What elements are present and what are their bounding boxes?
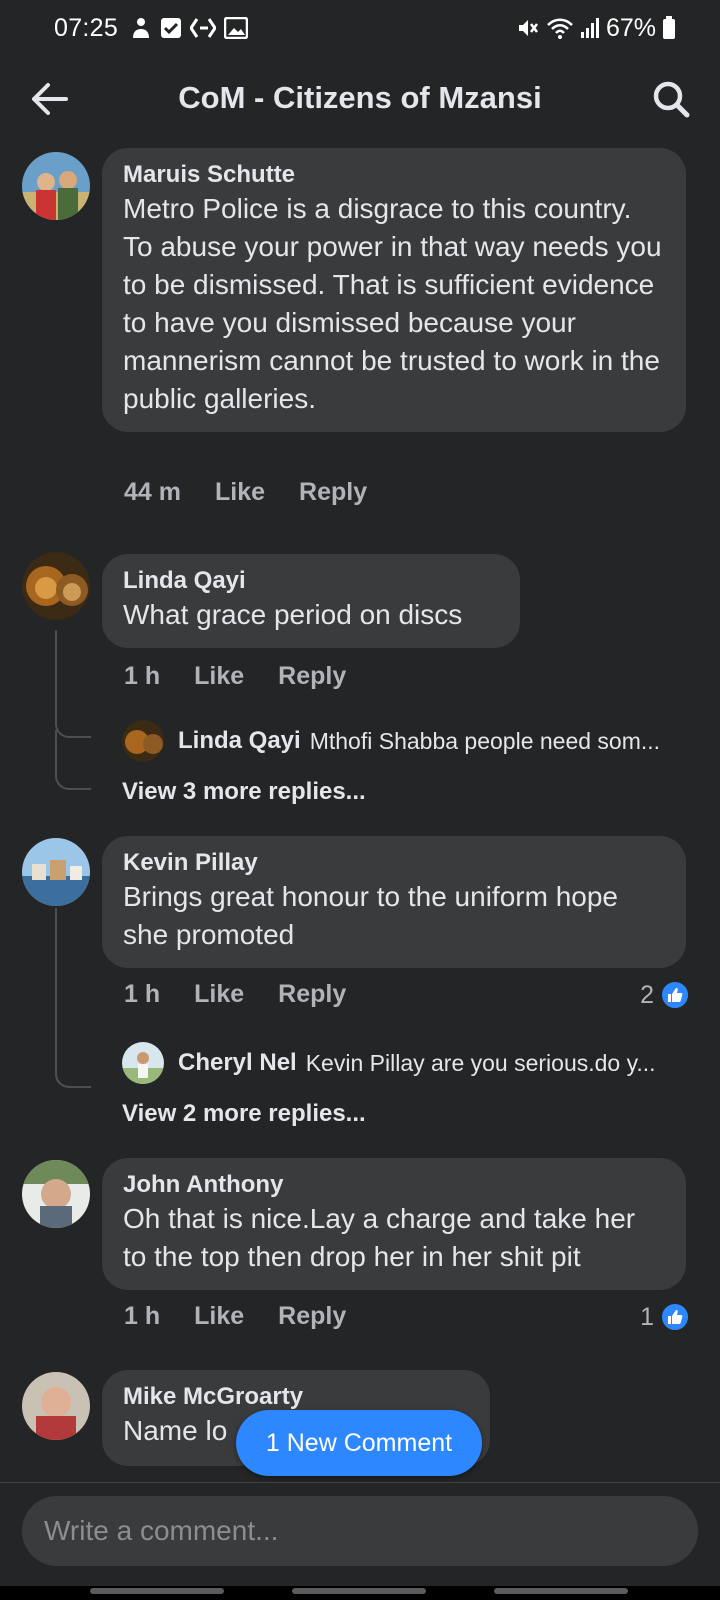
reaction-summary[interactable]: 2 [640, 980, 690, 1010]
avatar[interactable] [22, 1160, 90, 1228]
like-button[interactable]: Like [194, 980, 244, 1009]
wifi-icon [547, 18, 573, 39]
signal-icon [580, 18, 599, 38]
reaction-count: 1 [640, 1302, 654, 1331]
reply-button[interactable]: Reply [278, 980, 346, 1009]
comment-bubble[interactable]: John Anthony Oh that is nice.Lay a charg… [102, 1158, 686, 1290]
reply-text: Mthofi Shabba people need som... [309, 727, 661, 754]
comment-text: What grace period on discs [123, 599, 463, 630]
avatar[interactable] [22, 552, 90, 620]
nav-gesture-left[interactable] [90, 1588, 224, 1594]
comment-author[interactable]: Kevin Pillay [123, 848, 666, 878]
app-header: CoM - Citizens of Mzansi [0, 64, 720, 134]
comment-actions: 1 h Like Reply [124, 662, 346, 691]
reply-avatar[interactable] [122, 720, 164, 762]
status-time: 07:25 [54, 13, 119, 42]
reply-author[interactable]: Linda Qayi [178, 727, 301, 755]
mute-icon [518, 20, 538, 36]
reaction-count: 2 [640, 980, 654, 1009]
checkbox-icon [161, 18, 182, 38]
reply-text: Kevin Pillay are you serious.do y... [305, 1049, 656, 1076]
comment-bubble[interactable]: Linda Qayi What grace period on discs [102, 554, 520, 648]
battery-percentage: 67% [605, 13, 656, 42]
like-button[interactable]: Like [194, 662, 244, 691]
reply-button[interactable]: Reply [278, 662, 346, 691]
avatar[interactable] [22, 152, 90, 220]
avatar[interactable] [22, 1372, 90, 1440]
thread-connector [55, 1032, 91, 1088]
reply-button[interactable]: Reply [299, 478, 367, 507]
like-button[interactable]: Like [194, 1302, 244, 1331]
comment-timestamp[interactable]: 44 m [124, 478, 181, 507]
avatar[interactable] [22, 838, 90, 906]
comment-author[interactable]: Linda Qayi [123, 566, 500, 596]
comment-timestamp[interactable]: 1 h [124, 1302, 160, 1331]
like-reaction-icon [660, 1302, 690, 1332]
reply-preview[interactable]: Cheryl Nel Kevin Pillay are you serious.… [122, 1042, 692, 1084]
status-bar: 07:25 67% [0, 0, 720, 56]
comment-text: Brings great honour to the uniform hope … [123, 881, 618, 950]
comment-timestamp[interactable]: 1 h [124, 980, 160, 1009]
view-more-replies[interactable]: View 2 more replies... [122, 1100, 366, 1128]
diamond-arrow-icon [190, 18, 217, 38]
page-title: CoM - Citizens of Mzansi [178, 80, 542, 115]
comment-text: Oh that is nice.Lay a charge and take he… [123, 1203, 636, 1272]
comment-input[interactable] [22, 1496, 698, 1566]
comment-actions: 1 h Like Reply [124, 1302, 346, 1331]
view-more-replies[interactable]: View 3 more replies... [122, 778, 366, 806]
nav-gesture-right[interactable] [494, 1588, 628, 1594]
comment-actions: 44 m Like Reply [124, 478, 367, 507]
gallery-icon [224, 17, 249, 39]
search-button[interactable] [648, 76, 694, 122]
comment-text: Metro Police is a disgrace to this count… [123, 193, 662, 414]
like-button[interactable]: Like [215, 478, 265, 507]
notification-icons [130, 16, 249, 40]
nav-gesture-center[interactable] [292, 1588, 426, 1594]
reaction-summary[interactable]: 1 [640, 1302, 690, 1332]
new-comment-button[interactable]: 1 New Comment [236, 1410, 482, 1476]
reply-preview[interactable]: Linda Qayi Mthofi Shabba people need som… [122, 720, 692, 762]
reply-author[interactable]: Cheryl Nel [178, 1049, 297, 1077]
battery-icon [663, 16, 675, 39]
like-reaction-icon [660, 980, 690, 1010]
comment-timestamp[interactable]: 1 h [124, 662, 160, 691]
people-icon [133, 18, 150, 38]
comment-author[interactable]: Maruis Schutte [123, 160, 666, 190]
system-icons: 67% [516, 14, 676, 43]
comment-bubble[interactable]: Maruis Schutte Metro Police is a disgrac… [102, 148, 686, 432]
thread-connector [55, 730, 91, 790]
reply-avatar[interactable] [122, 1042, 164, 1084]
thread-connector [55, 630, 91, 738]
comment-bubble[interactable]: Kevin Pillay Brings great honour to the … [102, 836, 686, 968]
comment-composer [0, 1482, 720, 1600]
comment-author[interactable]: John Anthony [123, 1170, 666, 1200]
comment-author[interactable]: Mike McGroarty [123, 1382, 470, 1412]
reply-button[interactable]: Reply [278, 1302, 346, 1331]
comment-actions: 1 h Like Reply [124, 980, 346, 1009]
search-icon [653, 81, 690, 118]
